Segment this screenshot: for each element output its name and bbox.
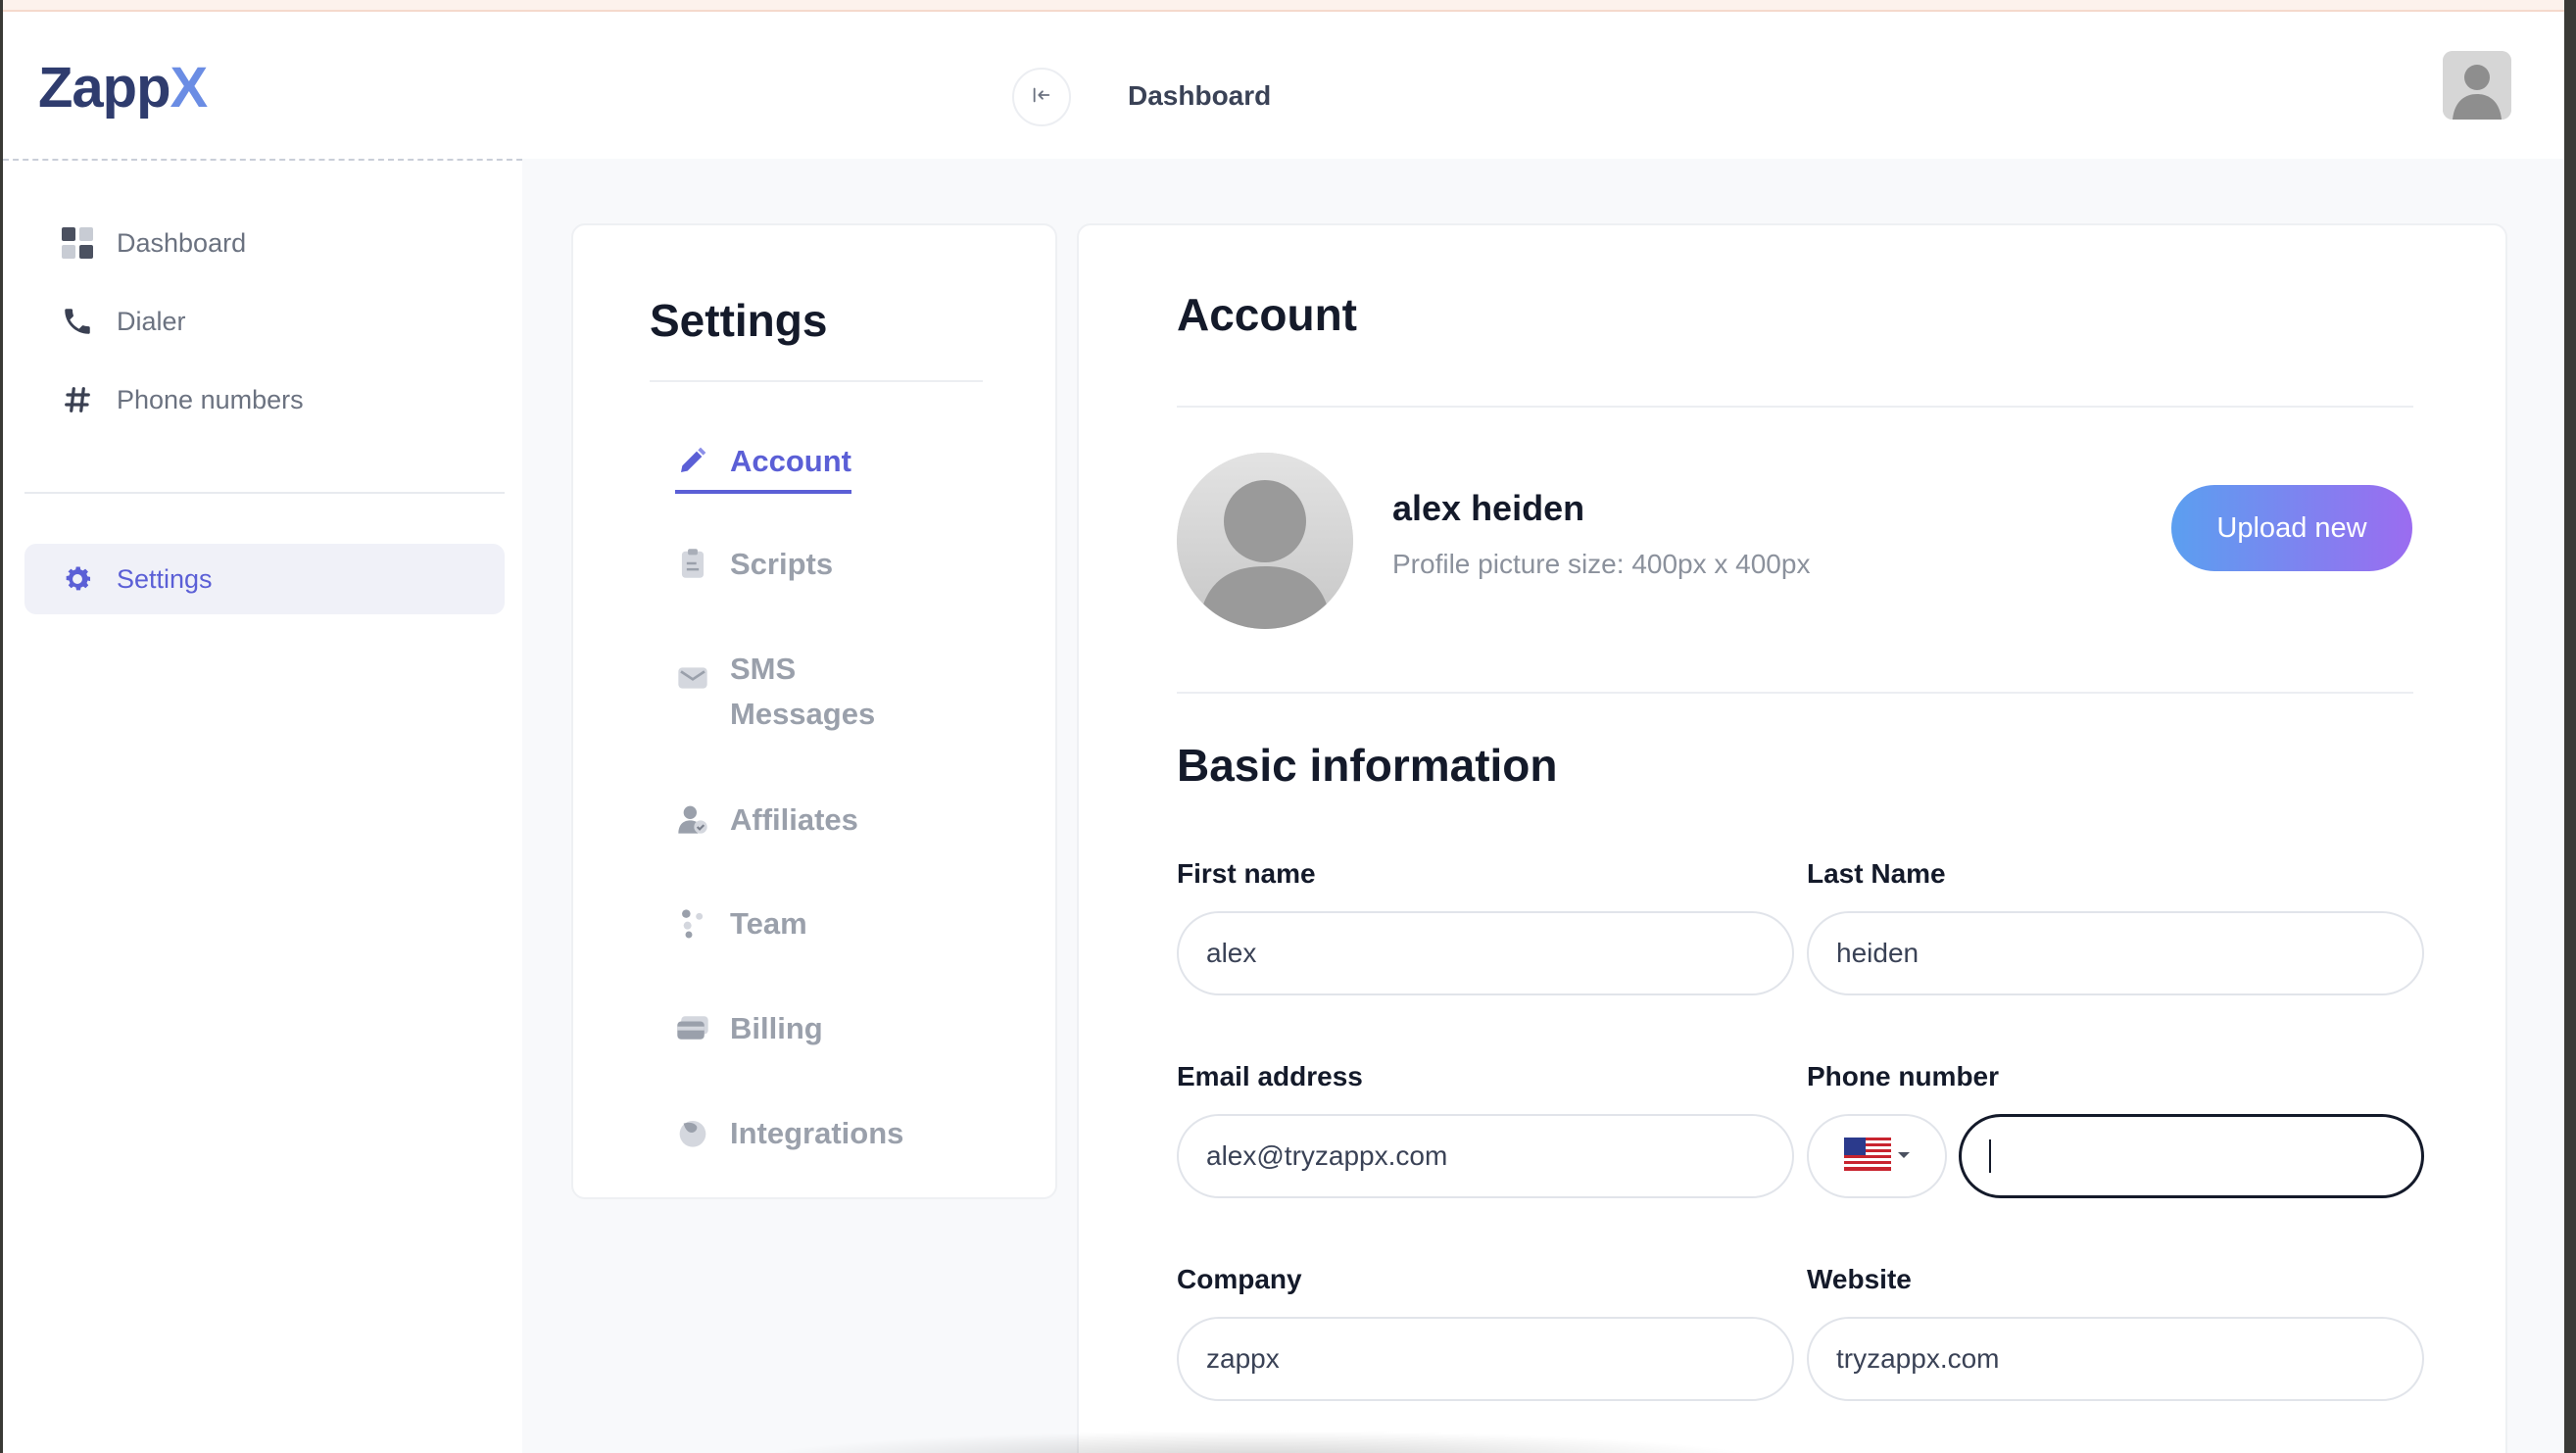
settings-item-integrations[interactable]: Integrations [675,1111,926,1156]
settings-item-label: Team [730,906,807,941]
brand-divider [3,159,522,161]
company-label: Company [1177,1264,1302,1294]
user-check-icon [675,801,710,837]
sidebar-item-settings[interactable]: Settings [24,544,505,614]
top-header: Dashboard [522,12,2564,159]
sidebar-item-phone-numbers[interactable]: Phone numbers [24,364,505,435]
first-name-label: First name [1177,858,1316,889]
pencil-icon [675,443,710,478]
brand-part-1: Zapp [38,56,171,120]
team-icon [675,905,710,941]
email-input[interactable]: alex@tryzappx.com [1177,1114,1794,1198]
dashboard-grid-icon [58,223,97,263]
profile-name: alex heiden [1392,488,1585,528]
sidebar-item-dashboard[interactable]: Dashboard [24,208,505,278]
settings-item-label: Account [730,444,851,478]
hash-icon [58,380,97,419]
sidebar-item-dialer[interactable]: Dialer [24,286,505,357]
email-value: alex@tryzappx.com [1206,1140,1448,1171]
settings-title: Settings [650,295,828,346]
sidebar-collapse-button[interactable] [1012,68,1071,126]
settings-divider [650,380,983,382]
country-code-select[interactable] [1807,1114,1947,1198]
collapse-left-icon [1031,84,1052,111]
phone-number-input[interactable] [1959,1114,2424,1198]
text-caret [1989,1139,1991,1173]
email-label: Email address [1177,1061,1363,1091]
sidebar-divider [24,492,505,494]
profile-picture[interactable] [1177,453,1353,629]
settings-item-label: SMS Messages [730,652,876,731]
settings-item-affiliates[interactable]: Affiliates [675,798,926,843]
gear-icon [58,559,97,599]
last-name-input[interactable]: heiden [1807,911,2424,995]
user-avatar[interactable] [2443,51,2511,120]
profile-divider [1177,692,2413,694]
settings-item-scripts[interactable]: Scripts [675,542,926,587]
envelope-icon [675,660,710,696]
account-title: Account [1177,289,1357,340]
sidebar-item-label: Phone numbers [117,384,304,414]
app-window: ZappX Dashboard Dialer Phone numbers Set… [3,0,2564,1453]
brand-part-2: X [170,56,209,120]
profile-picture-hint: Profile picture size: 400px x 400px [1392,549,1811,579]
website-label: Website [1807,1264,1912,1294]
settings-item-billing[interactable]: Billing [675,1006,926,1051]
settings-item-team[interactable]: Team [675,901,926,946]
page-title: Dashboard [1128,80,1272,111]
account-divider [1177,406,2413,408]
website-value: tryzappx.com [1836,1343,2000,1374]
sidebar-item-label: Dashboard [117,227,247,258]
sidebar-item-label: Settings [117,563,213,594]
brand-logo[interactable]: ZappX [38,55,209,121]
first-name-input[interactable]: alex [1177,911,1794,995]
last-name-label: Last Name [1807,858,1946,889]
top-accent-bar [3,0,2564,12]
settings-item-account[interactable]: Account [675,439,851,494]
upload-new-button[interactable]: Upload new [2171,485,2412,571]
bottom-shadow [748,1430,1767,1453]
settings-item-label: Scripts [730,547,834,581]
settings-item-sms-messages[interactable]: SMS Messages [675,647,926,737]
credit-card-icon [675,1010,710,1045]
settings-item-label: Integrations [730,1116,904,1150]
settings-item-label: Billing [730,1011,823,1045]
settings-item-label: Affiliates [730,802,858,837]
account-card: Account alex heiden Profile picture size… [1077,223,2507,1453]
first-name-value: alex [1206,938,1257,968]
last-name-value: heiden [1836,938,1920,968]
clipboard-icon [675,546,710,581]
sidebar: ZappX Dashboard Dialer Phone numbers Set… [3,12,522,1453]
settings-menu-card: Settings Account Scripts SMS Messages Af… [571,223,1057,1199]
sidebar-item-label: Dialer [117,306,186,336]
website-input[interactable]: tryzappx.com [1807,1317,2424,1401]
company-value: zappx [1206,1343,1280,1374]
phone-icon [58,302,97,341]
us-flag-icon [1843,1137,1891,1176]
chevron-down-icon [1897,1147,1911,1165]
basic-information-title: Basic information [1177,740,1558,791]
company-input[interactable]: zappx [1177,1317,1794,1401]
phone-number-label: Phone number [1807,1061,2000,1091]
puzzle-icon [675,1115,710,1150]
